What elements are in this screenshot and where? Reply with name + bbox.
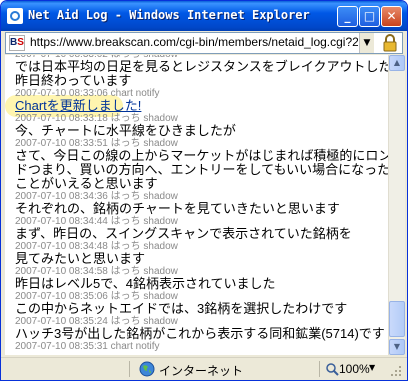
log-message: この中からネットエイドでは、3銘柄を選択したわけです <box>15 301 348 316</box>
site-favicon-icon: BS <box>9 35 25 51</box>
internet-explorer-icon <box>7 8 23 24</box>
scroll-up-button[interactable]: ▲ <box>389 55 405 71</box>
log-message: それぞれの、銘柄のチャートを見ていきたいと思います <box>15 201 340 216</box>
vertical-scrollbar[interactable]: ▲ ▼ <box>388 55 405 355</box>
log-message: 今、チャートに水平線をひきましたが <box>15 123 236 138</box>
resize-grip-icon[interactable] <box>389 364 403 378</box>
page-content[interactable]: 2007-07-10 08:33:02 はっち shadowでは日本平均の日足を… <box>5 55 388 355</box>
chart-notify-link[interactable]: Chartを更新しました! <box>15 99 141 113</box>
security-zone-label[interactable]: インターネット <box>159 362 243 379</box>
log-meta: 2007-07-10 08:35:31 chart notify <box>15 341 160 352</box>
favicon-letter-s: S <box>17 37 24 48</box>
zoom-icon[interactable] <box>325 362 339 376</box>
address-dropdown-icon[interactable]: ▼ <box>359 33 374 53</box>
log-message: ことがいえると思います <box>15 176 158 191</box>
log-message: ハッチ3号が出した銘柄がこれから表示する同和鉱業(5714)です <box>15 326 385 341</box>
scroll-down-button[interactable]: ▼ <box>389 339 405 355</box>
globe-icon <box>139 361 155 377</box>
scroll-thumb[interactable] <box>389 301 405 337</box>
log-message: では日本平均の日足を見るとレジスタンスをブレイクアウトした状態で <box>15 59 388 74</box>
status-bar: インターネット 100% ▼ <box>1 357 407 380</box>
maximize-button[interactable]: □ <box>359 6 380 27</box>
title-bar[interactable]: Net Aid Log - Windows Internet Explorer … <box>1 1 407 31</box>
window-title: Net Aid Log - Windows Internet Explorer <box>28 8 310 22</box>
log-message: さて、今日この線の上からマーケットがはじまれば積極的にロングサイ <box>15 148 388 163</box>
status-divider <box>319 361 320 377</box>
log-message: 見てみたいと思います <box>15 251 146 266</box>
status-divider <box>129 361 130 377</box>
log-message: 昨日はレベル5で、4銘柄表示されていました <box>15 276 276 291</box>
log-message: まず、昨日の、スイングスキャンで表示されていた銘柄を <box>15 226 352 241</box>
zoom-level[interactable]: 100% <box>339 362 370 376</box>
log-message: ドつまり、買いの方向へ、エントリーをしてもいい場合になったという <box>15 162 388 177</box>
address-url[interactable]: https://www.breakscan.com/cgi-bin/member… <box>30 35 358 49</box>
close-button[interactable]: ✕ <box>381 6 402 27</box>
padlock-icon[interactable] <box>380 33 400 53</box>
address-bar[interactable]: BS https://www.breakscan.com/cgi-bin/mem… <box>5 32 403 54</box>
minimize-button[interactable]: _ <box>337 6 358 27</box>
zoom-dropdown-icon[interactable]: ▼ <box>369 363 375 372</box>
log-message: 昨日終わっています <box>15 73 132 88</box>
browser-window: Net Aid Log - Windows Internet Explorer … <box>0 0 408 381</box>
